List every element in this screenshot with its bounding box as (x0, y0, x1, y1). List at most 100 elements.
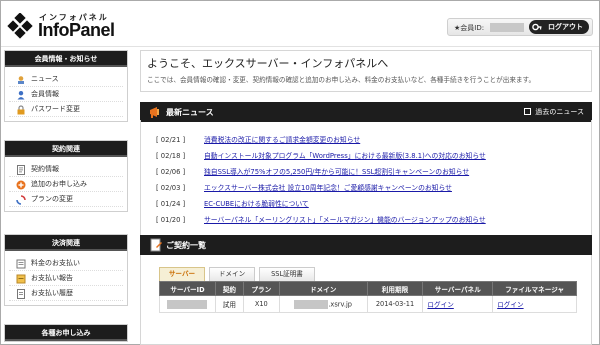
domain-suffix: .xsrv.jp (328, 300, 352, 308)
sidebar-item-label: 追加のお申し込み (31, 180, 87, 188)
table-row: 試用 X10 .xsrv.jp 2014-03-11 ログイン ログイン (159, 295, 577, 313)
sidebar-item-label: 料金のお支払い (31, 259, 80, 267)
sidebar-group-contract: 契約関連 契約情報 追加のお申し込み プランの変更 (4, 140, 128, 212)
tab-ssl[interactable]: SSL証明書 (259, 267, 315, 281)
member-id-label: ★会員ID: (454, 24, 485, 32)
contract-icon (150, 238, 162, 252)
file-manager-cell: ログイン (492, 295, 577, 313)
sidebar-group-title: 会員情報・お知らせ (5, 51, 127, 67)
tab-domain[interactable]: ドメイン (209, 267, 255, 281)
sidebar-group-title: 決済関連 (5, 235, 127, 251)
past-news-label: 過去のニュース (535, 108, 584, 116)
logo-text: InfoPanel (38, 20, 115, 40)
sidebar-item-payment-report[interactable]: お支払い報告 (9, 271, 123, 286)
contracts-table: サーバーID 契約 プラン ドメイン 利用期限 サーバーパネル ファイルマネージ… (159, 281, 577, 313)
member-id-masked (490, 23, 524, 32)
server-id-cell (159, 295, 216, 313)
contracts-panel: サーバー ドメイン SSL証明書 サーバーID 契約 プラン ドメイン 利用期限… (140, 255, 592, 345)
welcome-description: ここでは、会員情報の確認・変更、契約情報の確認と追加のお申し込み、料金のお支払い… (147, 76, 536, 84)
sidebar-item-contract-info[interactable]: 契約情報 (9, 162, 123, 177)
column-header: ドメイン (278, 281, 368, 296)
add-icon (16, 180, 26, 190)
news-date: [ 02/06 ] (156, 168, 186, 176)
sidebar-group-applications: 各種お申し込み (4, 324, 128, 342)
contracts-title: ご契約一覧 (166, 241, 206, 250)
news-item: [ 02/21 ] 消費税法の改正に関するご請求金額変更のお知らせ (156, 134, 360, 146)
column-header: ファイルマネージャ (492, 281, 577, 296)
logo-diamond-icon (7, 13, 33, 39)
news-link[interactable]: エックスサーバー株式会社 設立10周年記念！ご愛顧感謝キャンペーンのお知らせ (204, 184, 452, 192)
sidebar-group-member: 会員情報・お知らせ ニュース 会員情報 パスワード変更 (4, 50, 128, 122)
sidebar-item-member-info[interactable]: 会員情報 (9, 87, 123, 102)
news-item: [ 02/06 ] 独自SSL導入が75%オフの5,250円/年から可能に！SSL… (156, 166, 469, 178)
sidebar-item-label: パスワード変更 (31, 105, 80, 113)
column-header: サーバーパネル (422, 281, 494, 296)
key-icon (532, 23, 542, 31)
contract-icon (17, 165, 25, 175)
sidebar-item-plan-change[interactable]: プランの変更 (9, 192, 123, 207)
contract-cell: 試用 (214, 295, 244, 313)
main-content: ようこそ、エックスサーバー・インフォパネルへ ここでは、会員情報の確認・変更、契… (140, 50, 592, 345)
sidebar-item-news[interactable]: ニュース (9, 72, 123, 87)
news-header-bar: 最新ニュース 過去のニュース (140, 102, 592, 122)
report-icon (16, 274, 26, 284)
sidebar-item-password[interactable]: パスワード変更 (9, 102, 123, 117)
server-panel-cell: ログイン (422, 295, 494, 313)
lock-icon (17, 105, 25, 115)
sidebar-item-label: 契約情報 (31, 165, 59, 173)
sidebar-item-label: 会員情報 (31, 90, 59, 98)
news-list: [ 02/21 ] 消費税法の改正に関するご請求金額変更のお知らせ [ 02/18… (140, 120, 592, 238)
contracts-header-bar: ご契約一覧 (140, 235, 592, 255)
news-icon (18, 76, 24, 84)
news-date: [ 02/03 ] (156, 184, 186, 192)
sidebar-item-payment[interactable]: 料金のお支払い (9, 256, 123, 271)
column-header: プラン (242, 281, 280, 296)
server-id-masked (167, 299, 208, 309)
column-header: 利用期限 (366, 281, 424, 296)
news-title: 最新ニュース (166, 108, 214, 117)
news-item: [ 02/18 ] 自動インストール対象プログラム「WordPress」における最… (156, 150, 486, 162)
file-manager-login-link[interactable]: ログイン (497, 301, 523, 309)
sidebar-group-title: 契約関連 (5, 141, 127, 157)
news-link[interactable]: EC-CUBEにおける脆弱性について (204, 200, 309, 208)
news-link[interactable]: 自動インストール対象プログラム「WordPress」における最新版(3.8.1)… (204, 152, 486, 160)
history-icon (17, 289, 25, 299)
server-panel-login-link[interactable]: ログイン (427, 301, 453, 309)
sidebar-item-additional-order[interactable]: 追加のお申し込み (9, 177, 123, 192)
sidebar-item-label: プランの変更 (31, 195, 73, 203)
news-link[interactable]: 独自SSL導入が75%オフの5,250円/年から可能に！SSL超割引キャンペーン… (204, 168, 469, 176)
news-date: [ 02/21 ] (156, 136, 186, 144)
news-link[interactable]: 消費税法の改正に関するご請求金額変更のお知らせ (204, 136, 360, 144)
megaphone-icon (150, 107, 159, 118)
sidebar-item-label: お支払い報告 (31, 274, 73, 282)
news-item: [ 01/20 ] サーバーパネル「メーリングリスト」「メールマガジン」機能のバー… (156, 214, 486, 226)
sidebar-group-title: 各種お申し込み (5, 325, 127, 341)
member-icon (17, 91, 25, 100)
infopanel-logo[interactable]: インフォパネル InfoPanel (7, 9, 157, 43)
table-header-row: サーバーID 契約 プラン ドメイン 利用期限 サーバーパネル ファイルマネージ… (159, 281, 577, 296)
expand-icon (524, 108, 532, 115)
header: インフォパネル InfoPanel ★会員ID: ログアウト (1, 1, 599, 47)
logout-button[interactable]: ログアウト (529, 20, 589, 34)
logout-label: ログアウト (548, 23, 583, 31)
plan-cell: X10 (242, 295, 280, 313)
news-date: [ 01/20 ] (156, 216, 186, 224)
welcome-box: ようこそ、エックスサーバー・インフォパネルへ ここでは、会員情報の確認・変更、契… (140, 50, 592, 92)
news-date: [ 02/18 ] (156, 152, 186, 160)
domain-masked (294, 299, 329, 309)
sidebar-group-payment: 決済関連 料金のお支払い お支払い報告 お支払い履歴 (4, 234, 128, 306)
column-header: サーバーID (159, 281, 216, 296)
past-news-link[interactable]: 過去のニュース (524, 107, 584, 117)
news-date: [ 01/24 ] (156, 200, 186, 208)
refresh-icon (16, 195, 26, 205)
sidebar-item-label: ニュース (31, 75, 59, 83)
column-header: 契約 (214, 281, 244, 296)
sidebar-item-payment-history[interactable]: お支払い履歴 (9, 286, 123, 301)
expiry-cell: 2014-03-11 (366, 295, 424, 313)
tab-server[interactable]: サーバー (159, 267, 205, 281)
news-item: [ 01/24 ] EC-CUBEにおける脆弱性について (156, 198, 309, 210)
domain-cell: .xsrv.jp (278, 295, 368, 313)
news-item: [ 02/03 ] エックスサーバー株式会社 設立10周年記念！ご愛顧感謝キャンペ… (156, 182, 452, 194)
news-link[interactable]: サーバーパネル「メーリングリスト」「メールマガジン」機能のバージョンアップのお知… (204, 216, 486, 224)
sidebar: 会員情報・お知らせ ニュース 会員情報 パスワード変更 契約関連 契約情報 追加… (4, 50, 128, 345)
